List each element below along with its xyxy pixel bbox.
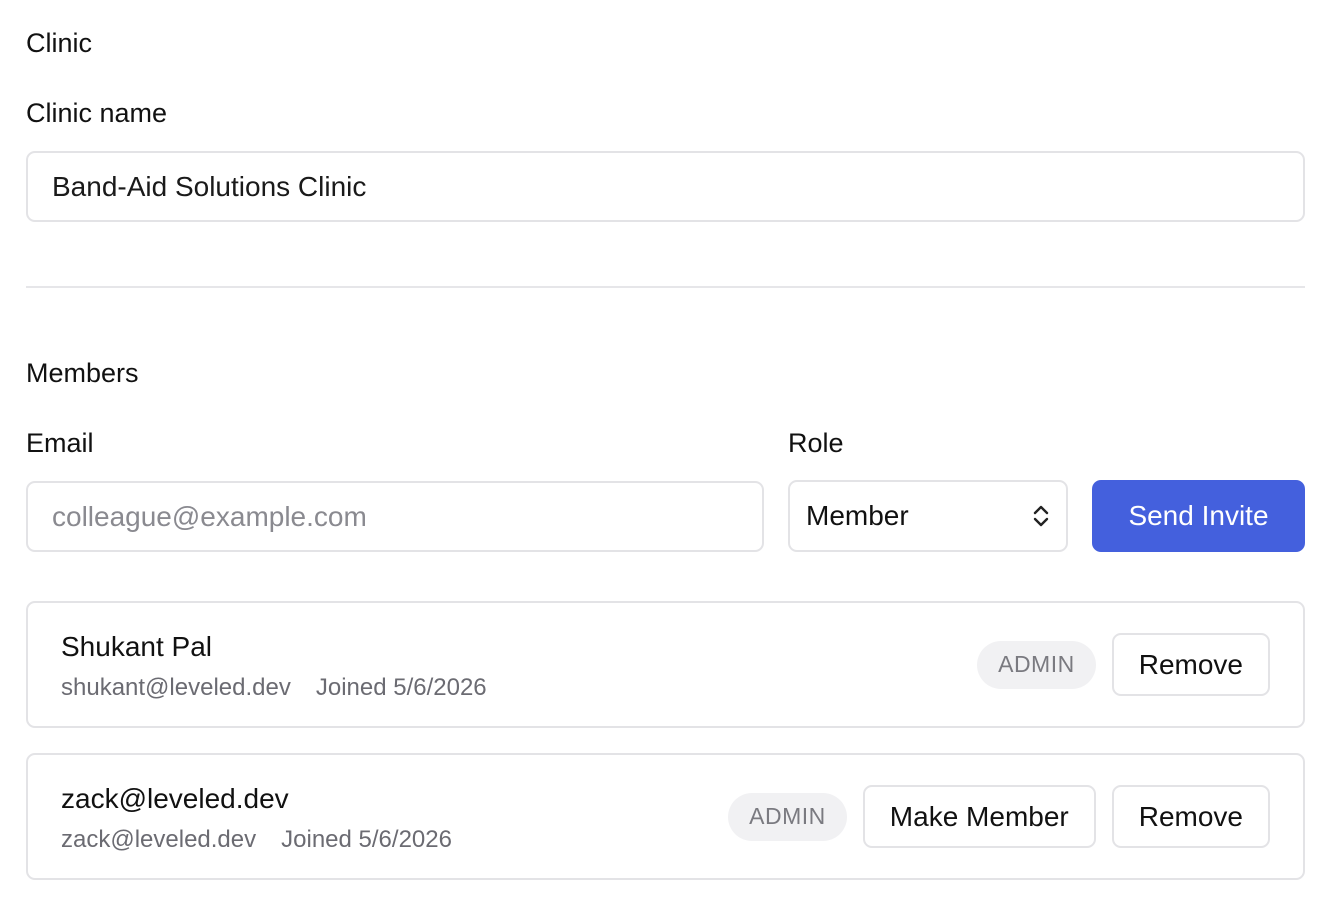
invite-role-value: Member [806, 500, 909, 531]
section-divider [26, 286, 1305, 288]
invite-email-input[interactable] [26, 481, 764, 552]
member-card: zack@leveled.dev zack@leveled.dev Joined… [26, 753, 1305, 880]
send-invite-button[interactable]: Send Invite [1092, 480, 1305, 552]
member-email: zack@leveled.dev [61, 826, 257, 853]
member-card: Shukant Pal shukant@leveled.dev Joined 5… [26, 601, 1305, 728]
member-email: shukant@leveled.dev [61, 674, 291, 701]
member-actions: ADMIN Remove [977, 633, 1270, 696]
member-joined-date: Joined 5/6/2026 [315, 674, 487, 701]
member-meta: shukant@leveled.dev Joined 5/6/2026 [61, 673, 487, 703]
remove-member-button[interactable]: Remove [1111, 785, 1270, 848]
clinic-name-label: Clinic name [26, 98, 168, 128]
invite-role-label: Role [788, 428, 844, 458]
member-name: zack@leveled.dev [61, 783, 289, 814]
settings-page: Clinic Clinic name Members Email Role Me… [0, 0, 1330, 900]
invite-email-label: Email [26, 428, 94, 458]
member-joined-date: Joined 5/6/2026 [281, 826, 452, 853]
make-member-button[interactable]: Make Member [862, 785, 1096, 848]
member-meta: zack@leveled.dev Joined 5/6/2026 [61, 825, 452, 855]
member-actions: ADMIN Make Member Remove [728, 785, 1270, 848]
remove-member-button[interactable]: Remove [1111, 633, 1270, 696]
invite-role-select[interactable]: Member [788, 480, 1068, 552]
role-badge: ADMIN [728, 792, 847, 841]
role-badge: ADMIN [977, 640, 1096, 689]
members-section-title: Members [26, 358, 139, 388]
member-name: Shukant Pal [61, 631, 212, 662]
clinic-name-input[interactable] [26, 151, 1305, 222]
chevron-up-down-icon [1033, 505, 1049, 527]
clinic-section-title: Clinic [26, 28, 93, 58]
